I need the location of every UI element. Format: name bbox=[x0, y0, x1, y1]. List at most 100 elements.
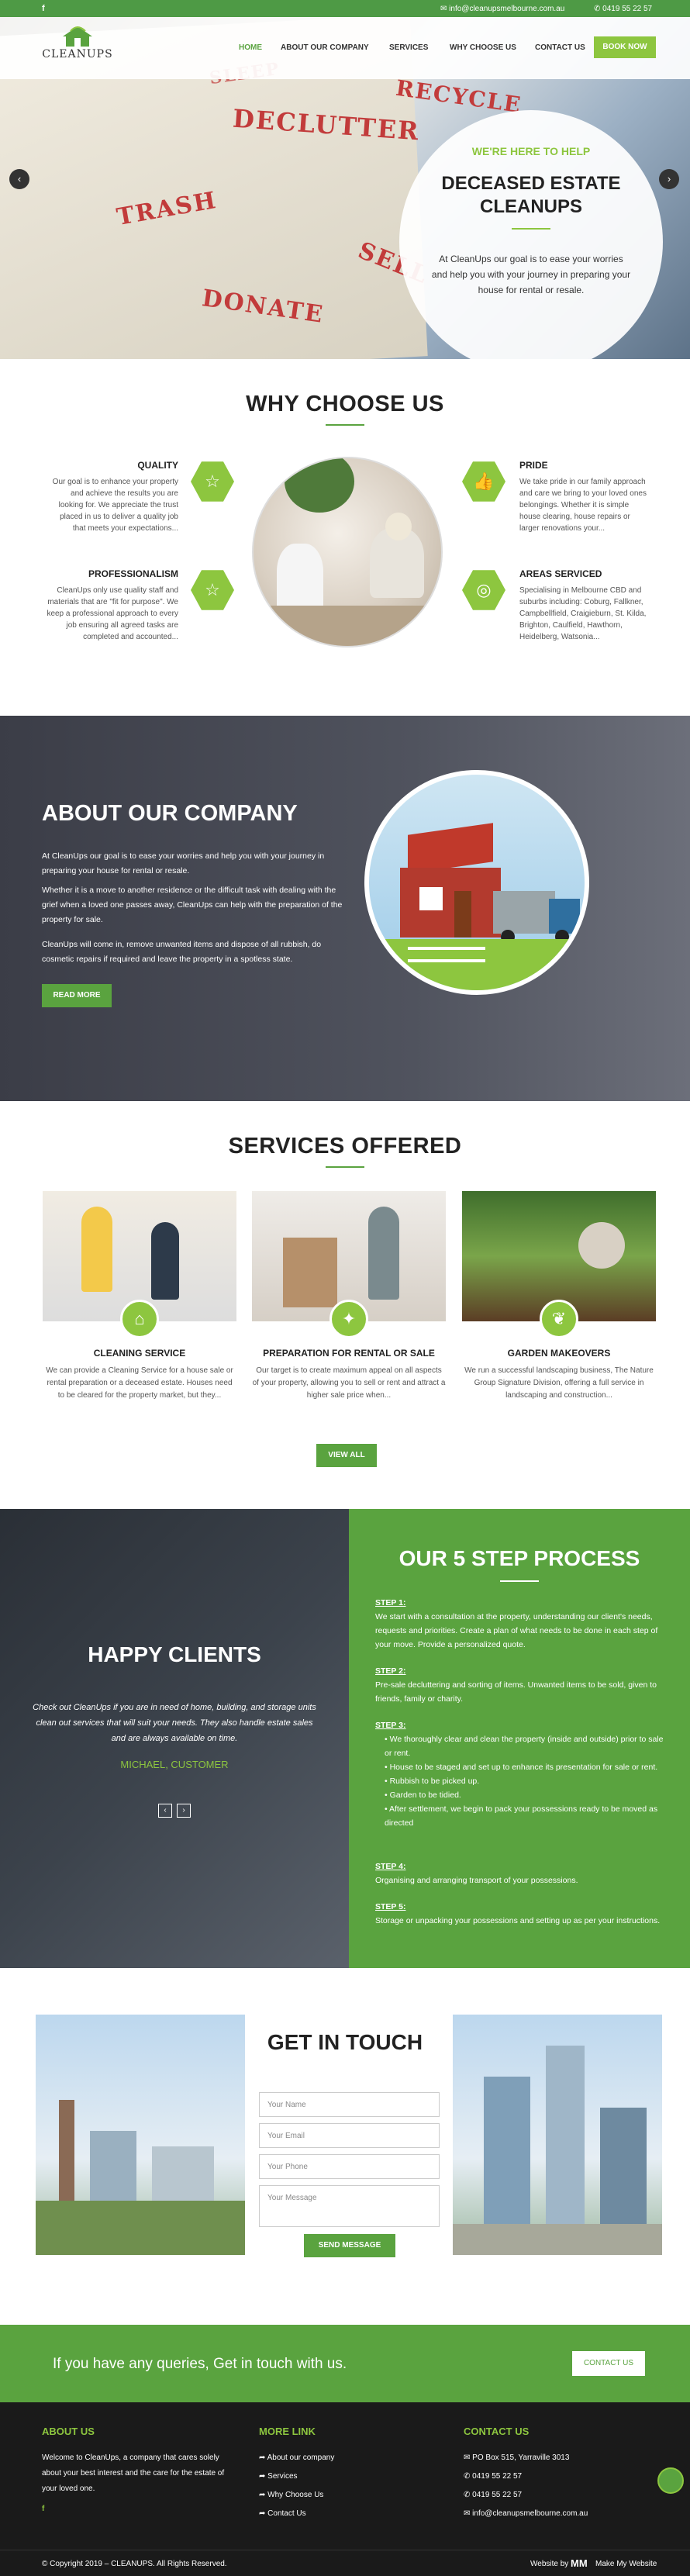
services-section: SERVICES OFFERED ⌂ CLEANING SERVICE We c… bbox=[0, 1101, 690, 1509]
step-bullets: • We thoroughly clear and clean the prop… bbox=[375, 1732, 670, 1830]
footer-link[interactable]: ➦ About our company bbox=[259, 2452, 334, 2464]
step-bullet: • Rubbish to be picked up. bbox=[385, 1777, 480, 1786]
step-label: STEP 4: bbox=[375, 1862, 406, 1871]
service-card[interactable]: ⌂ CLEANING SERVICE We can provide a Clea… bbox=[43, 1191, 236, 1402]
feature-areas-serviced: AREAS SERVICED Specialising in Melbourne… bbox=[519, 568, 651, 643]
services-title: SERVICES OFFERED bbox=[228, 1134, 462, 1159]
about-paragraph-1: At CleanUps our goal is to ease your wor… bbox=[42, 851, 325, 875]
step-label: STEP 1: bbox=[375, 1598, 406, 1607]
nav-item-why-choose-us[interactable]: WHY CHOOSE US bbox=[450, 43, 516, 52]
house-body bbox=[400, 868, 501, 938]
house-icon: ⌂ bbox=[120, 1300, 159, 1338]
building bbox=[152, 2146, 214, 2208]
facebook-icon[interactable]: f bbox=[42, 4, 45, 13]
footer-email[interactable]: ✉ info@cleanupsmelbourne.com.au bbox=[464, 2508, 588, 2520]
footer-about-text: Welcome to CleanUps, a company that care… bbox=[42, 2453, 225, 2493]
truck-cargo bbox=[493, 891, 555, 934]
service-title: PREPARATION FOR RENTAL OR SALE bbox=[263, 1348, 435, 1359]
cta-text: If you have any queries, Get in touch wi… bbox=[53, 2356, 347, 2372]
step-label: STEP 2: bbox=[375, 1666, 406, 1676]
nav-item-contact[interactable]: CONTACT US bbox=[535, 43, 585, 52]
step-bullet: • We thoroughly clear and clean the prop… bbox=[385, 1735, 664, 1758]
hero-prev-arrow[interactable]: ‹ bbox=[9, 169, 29, 189]
service-text: We can provide a Cleaning Service for a … bbox=[46, 1366, 233, 1400]
step-text: We start with a consultation at the prop… bbox=[375, 1612, 658, 1649]
why-title: WHY CHOOSE US bbox=[246, 392, 444, 416]
copyright: © Copyright 2019 – CLEANUPS. All Rights … bbox=[42, 2560, 227, 2568]
feature-professionalism: PROFESSIONALISM CleanUps only use qualit… bbox=[47, 568, 178, 643]
feature-quality: QUALITY Our goal is to enhance your prop… bbox=[47, 460, 178, 534]
book-now-button[interactable]: BOOK NOW bbox=[594, 36, 656, 58]
step-bullet: • Garden to be tidied. bbox=[385, 1790, 461, 1800]
step-text: Pre-sale decluttering and sorting of ite… bbox=[375, 1680, 657, 1704]
email-icon: ✉ bbox=[464, 2509, 471, 2518]
email-field[interactable]: Your Email bbox=[259, 2123, 440, 2148]
person-figure bbox=[81, 1207, 112, 1292]
footer-phone[interactable]: ✆ 0419 55 22 57 bbox=[464, 2471, 522, 2483]
footer-link[interactable]: ➦ Why Choose Us bbox=[259, 2489, 323, 2502]
process-step: STEP 2: Pre-sale decluttering and sortin… bbox=[375, 1664, 670, 1706]
footer-contact-title: CONTACT US bbox=[464, 2426, 530, 2437]
chat-badge-icon[interactable] bbox=[657, 2467, 684, 2494]
top-phone-link[interactable]: ✆ 0419 55 22 57 bbox=[594, 5, 652, 13]
message-field[interactable]: Your Message bbox=[259, 2185, 440, 2227]
testimonial-prev-arrow[interactable]: ‹ bbox=[158, 1804, 172, 1818]
hero-next-arrow[interactable]: › bbox=[659, 169, 679, 189]
city-image-left bbox=[36, 2015, 245, 2255]
about-paragraph-2: Whether it is a move to another residenc… bbox=[42, 886, 343, 924]
testimonial-panel: HAPPY CLIENTS Check out CleanUps if you … bbox=[0, 1509, 349, 1968]
step-bullet: • House to be staged and set up to enhan… bbox=[385, 1763, 658, 1772]
nav-item-about[interactable]: ABOUT OUR COMPANY bbox=[281, 43, 369, 52]
footer-link[interactable]: ➦ Contact Us bbox=[259, 2508, 306, 2520]
send-message-button[interactable]: SEND MESSAGE bbox=[304, 2234, 395, 2257]
service-title: CLEANING SERVICE bbox=[93, 1348, 186, 1359]
house-logo-icon bbox=[60, 25, 95, 48]
service-title: GARDEN MAKEOVERS bbox=[507, 1348, 611, 1359]
footer-link[interactable]: ➦ Services bbox=[259, 2471, 298, 2483]
cta-contact-button[interactable]: CONTACT US bbox=[572, 2351, 645, 2376]
process-step: STEP 1: We start with a consultation at … bbox=[375, 1596, 670, 1652]
service-card[interactable]: ✦ PREPARATION FOR RENTAL OR SALE Our tar… bbox=[252, 1191, 446, 1402]
hero-caption: WE'RE HERE TO HELP DECEASED ESTATE CLEAN… bbox=[399, 110, 663, 359]
top-email-link[interactable]: ✉ info@cleanupsmelbourne.com.au bbox=[440, 5, 564, 13]
process-step: STEP 4: Organising and arranging transpo… bbox=[375, 1859, 670, 1887]
nav-item-home[interactable]: HOME bbox=[239, 43, 262, 52]
person-figure bbox=[368, 1207, 399, 1300]
feature-title: PRIDE bbox=[519, 460, 548, 471]
fence bbox=[408, 947, 485, 962]
spray-icon: ✦ bbox=[329, 1300, 368, 1338]
testimonial-next-arrow[interactable]: › bbox=[177, 1804, 191, 1818]
read-more-button[interactable]: READ MORE bbox=[42, 984, 112, 1007]
name-field[interactable]: Your Name bbox=[259, 2092, 440, 2117]
building bbox=[546, 2046, 585, 2232]
about-title: ABOUT OUR COMPANY bbox=[42, 801, 298, 826]
leaf-icon: ❦ bbox=[540, 1300, 578, 1338]
nav-item-services[interactable]: SERVICES bbox=[389, 43, 428, 52]
step-label: STEP 3: bbox=[375, 1721, 406, 1730]
person-figure bbox=[151, 1222, 179, 1300]
site-logo[interactable]: CLEANUPS bbox=[42, 25, 113, 60]
why-choose-us-section: WHY CHOOSE US QUALITY Our goal is to enh… bbox=[0, 359, 690, 716]
footer-mobile[interactable]: ✆ 0419 55 22 57 bbox=[464, 2489, 522, 2502]
person-figure bbox=[277, 544, 323, 613]
process-panel: OUR 5 STEP PROCESS STEP 1: We start with… bbox=[349, 1509, 690, 1968]
phone-field[interactable]: Your Phone bbox=[259, 2154, 440, 2179]
about-paragraph-3: CleanUps will come in, remove unwanted i… bbox=[42, 940, 322, 964]
building bbox=[600, 2108, 647, 2232]
footer: ABOUT US Welcome to CleanUps, a company … bbox=[0, 2402, 690, 2576]
truck-cab bbox=[549, 899, 580, 934]
trees bbox=[36, 2201, 245, 2255]
credit-link[interactable]: Make My Website bbox=[595, 2560, 657, 2568]
contact-section: GET IN TOUCH Your Name Your Email Your P… bbox=[0, 1968, 690, 2325]
top-phone: 0419 55 22 57 bbox=[602, 5, 653, 13]
feature-title: AREAS SERVICED bbox=[519, 568, 602, 579]
facebook-icon[interactable]: f bbox=[42, 2503, 44, 2516]
service-text: Our target is to create maximum appeal o… bbox=[252, 1366, 446, 1400]
main-navigation: CLEANUPS HOME ABOUT OUR COMPANY SERVICES… bbox=[0, 17, 690, 79]
hero-kicker: WE'RE HERE TO HELP bbox=[471, 145, 591, 157]
phone-icon: ✆ bbox=[464, 2472, 471, 2481]
hero-description: At CleanUps our goal is to ease your wor… bbox=[431, 254, 631, 295]
window bbox=[419, 887, 443, 910]
view-all-button[interactable]: VIEW ALL bbox=[316, 1444, 377, 1467]
service-card[interactable]: ❦ GARDEN MAKEOVERS We run a successful l… bbox=[462, 1191, 656, 1402]
